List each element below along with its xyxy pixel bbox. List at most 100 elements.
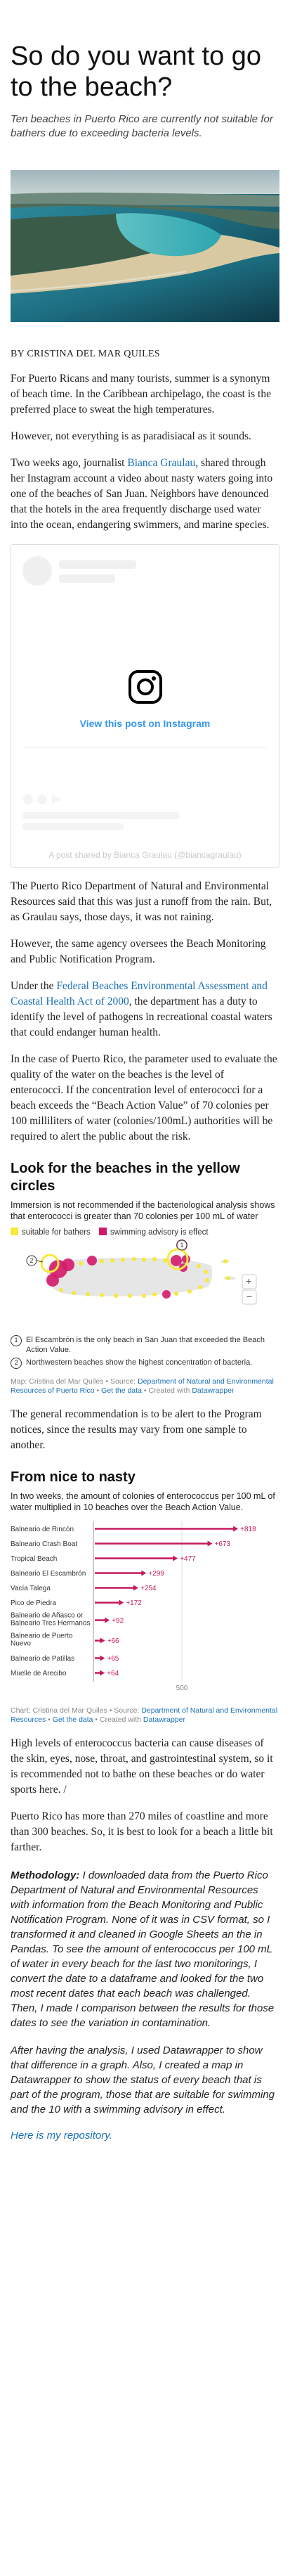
bar-arrowhead (173, 1555, 178, 1561)
map-notes: 1 El Escambrón is the only beach in San J… (11, 1335, 279, 1369)
methodology: Methodology: I downloaded data from the … (11, 1868, 279, 2030)
view-on-instagram-link[interactable]: View this post on Instagram (11, 718, 279, 729)
category-label: Balneario de Patillas (11, 1655, 74, 1663)
divider (22, 747, 268, 748)
repository-link[interactable]: Here is my repository. (11, 2130, 279, 2142)
paragraph: For Puerto Ricans and many tourists, sum… (11, 373, 271, 416)
category-label: Nuevo (11, 1640, 31, 1648)
paragraph: However, not everything is as paradisiac… (11, 430, 251, 442)
bar-arrowhead (105, 1617, 110, 1623)
credit-text: • Created with (93, 1715, 143, 1724)
data-label: +65 (107, 1655, 119, 1663)
data-label: +477 (180, 1555, 196, 1563)
paragraph: However, the same agency oversees the Be… (11, 938, 266, 965)
article-deck: Ten beaches in Puerto Rico are currently… (11, 113, 273, 139)
data-label: +64 (107, 1670, 119, 1677)
puerto-rico-map[interactable]: 1 2 + − (11, 1239, 279, 1331)
category-label: Tropical Beach (11, 1555, 57, 1563)
zoom-out-label[interactable]: − (246, 1291, 252, 1302)
bar-arrowhead (100, 1637, 105, 1644)
text: Under the (11, 980, 57, 992)
paragraph: Under the Federal Beaches Environmental … (11, 979, 279, 1041)
text: / (63, 1784, 67, 1796)
legend-swatch (98, 1228, 107, 1235)
methodology-2: After having the analysis, I used Datawr… (11, 2044, 275, 2115)
link-bianca-graulau[interactable]: Bianca Graulau (127, 457, 195, 469)
map-heading: Look for the beaches in the yellow circl… (11, 1161, 240, 1194)
paragraph: The Puerto Rico Department of Natural an… (11, 880, 272, 923)
category-label: Balneario de Rincón (11, 1526, 74, 1533)
share-icon (52, 794, 62, 804)
hero-image (11, 170, 279, 322)
instagram-embed[interactable]: View this post on Instagram A post share… (11, 544, 279, 868)
paragraph: The general recommendation is to be aler… (11, 1408, 262, 1451)
text: High levels of enterococcus bacteria can… (11, 1737, 273, 1796)
credit-text: • (46, 1715, 53, 1724)
data-label: +818 (240, 1526, 256, 1533)
bar-arrowhead (133, 1585, 139, 1591)
data-label: +172 (126, 1599, 142, 1607)
byline: BY CRISTINA DEL MAR QUILES (11, 349, 160, 359)
category-label: Muelle de Arecibo (11, 1670, 67, 1677)
chart-heading: From nice to nasty (11, 1469, 136, 1485)
data-label: +673 (215, 1540, 231, 1548)
bar-chart-svg: 500 Balneario de Rincón +818 Balneario Cras… (11, 1521, 256, 1692)
paragraph: High levels of enterococcus bacteria can… (11, 1736, 279, 1798)
svg-text:1: 1 (180, 1242, 183, 1249)
chart-subtitle: In two weeks, the amount of colonies of … (11, 1491, 275, 1512)
advisory-marker (46, 1274, 59, 1287)
category-label: Balneario Crash Boat (11, 1540, 77, 1548)
bar-chart: 500 Balneario de Rincón +818 Balneario Cras… (11, 1519, 279, 1698)
post-action-icons (23, 794, 62, 804)
legend-swatch (11, 1228, 18, 1235)
instagram-icon[interactable] (128, 669, 163, 704)
map-svg[interactable]: 1 2 (11, 1239, 279, 1331)
heart-icon (23, 794, 33, 804)
category-label: Pico de Piedra (11, 1599, 56, 1607)
instagram-caption: A post shared by Bianca Graulau (@bianca… (48, 850, 242, 860)
placeholder-bar (59, 574, 115, 583)
zoom-in-label[interactable]: + (246, 1275, 251, 1287)
credit-text: Chart: Cristina del Mar Quiles • Source: (11, 1706, 142, 1715)
get-data-link[interactable]: Get the data (101, 1386, 142, 1395)
credit-text: • Created with (141, 1386, 192, 1395)
paragraph: In the case of Puerto Rico, the paramete… (11, 1053, 277, 1142)
data-label: +66 (107, 1637, 119, 1645)
svg-text:2: 2 (29, 1257, 33, 1264)
get-data-link[interactable]: Get the data (53, 1715, 93, 1724)
methodology-text: I downloaded data from the Puerto Rico D… (11, 1869, 275, 2029)
chart-credit: Chart: Cristina del Mar Quiles • Source:… (11, 1706, 279, 1725)
advisory-marker (162, 1290, 171, 1299)
credit-text: • (94, 1386, 102, 1395)
legend-label: suitable for bathers (22, 1228, 91, 1237)
map-legend: suitable for bathers swimming advisory i… (11, 1228, 279, 1237)
bar-arrowhead (119, 1599, 124, 1606)
bar-arrowhead (100, 1655, 105, 1661)
methodology-label: Methodology: (11, 1869, 80, 1881)
map-note: 1 El Escambrón is the only beach in San J… (11, 1335, 279, 1355)
paragraph: Two weeks ago, journalist Bianca Graulau… (11, 456, 279, 533)
advisory-marker (62, 1258, 74, 1271)
avatar-placeholder (22, 556, 52, 586)
bar-arrowhead (233, 1526, 239, 1532)
legend-item-suitable: suitable for bathers (11, 1228, 91, 1237)
note-text: El Escambrón is the only beach in San Ju… (26, 1336, 265, 1354)
map-note: 2 Northwestern beaches show the highest c… (11, 1358, 279, 1369)
note-number: 1 (11, 1335, 22, 1346)
datawrapper-link[interactable]: Datawrapper (192, 1386, 234, 1395)
data-label: +299 (148, 1570, 164, 1578)
bottom-spacer (11, 2142, 279, 2160)
category-label: Balneario El Escambrón (11, 1570, 86, 1578)
paragraph: Puerto Rico has more than 270 miles of c… (11, 1810, 273, 1853)
placeholder-bars (22, 812, 180, 830)
datawrapper-link[interactable]: Datawrapper (143, 1715, 185, 1724)
advisory-marker (171, 1255, 182, 1266)
aerial-coast-photo (11, 170, 279, 322)
category-label: Vacía Talega (11, 1585, 51, 1592)
map-credit: Map: Cristina del Mar Quiles • Source: D… (11, 1377, 279, 1396)
note-text: Northwestern beaches show the highest co… (26, 1358, 253, 1367)
category-label: Balneario de Puerto (11, 1632, 73, 1640)
bar-arrowhead (100, 1670, 105, 1676)
advisory-marker (87, 1256, 97, 1266)
x-tick-label: 500 (176, 1685, 188, 1692)
